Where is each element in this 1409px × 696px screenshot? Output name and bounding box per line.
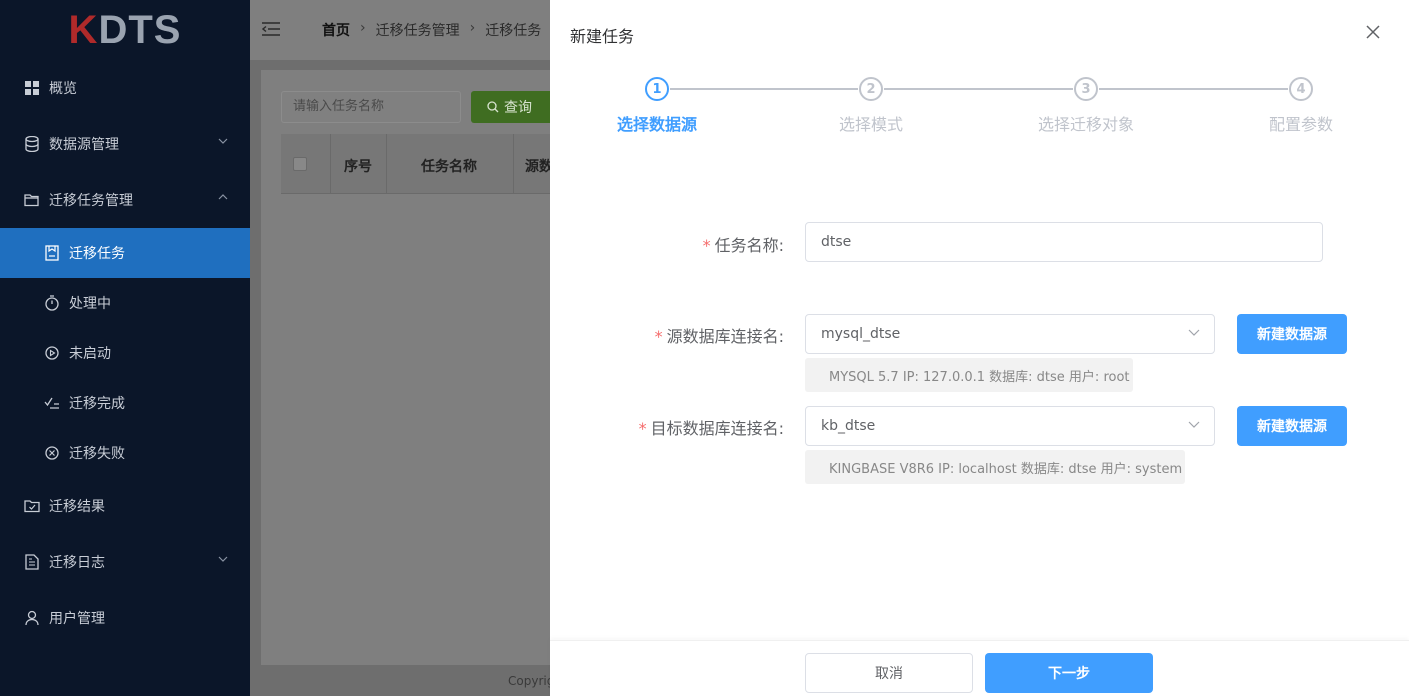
sidebar-item-label: 迁移任务管理 [49, 193, 133, 209]
step-1-circle: 1 [645, 77, 669, 101]
query-button-label: 查询 [504, 100, 532, 116]
sidebar-item-label: 迁移任务 [69, 246, 125, 262]
chevron-up-icon [218, 194, 228, 200]
sidebar-item-failed[interactable]: 迁移失败 [0, 428, 250, 478]
sidebar-item-results[interactable]: 迁移结果 [0, 481, 250, 531]
sidebar-item-task-management[interactable]: 迁移任务管理 [0, 175, 250, 225]
column-divider [386, 134, 387, 194]
cancel-button[interactable]: 取消 [805, 653, 973, 693]
sidebar: K DTS 概览 数据源管理 迁移任务管理 迁移任务 处理中 未启动 迁移完成 迁… [0, 0, 250, 696]
sidebar-item-processing[interactable]: 处理中 [0, 278, 250, 328]
step-2-label: 选择模式 [838, 115, 904, 134]
sidebar-item-label: 未启动 [69, 346, 111, 362]
copyright-text: Copyrig [508, 674, 555, 688]
close-icon[interactable] [1365, 24, 1381, 40]
step-indicator: 1 2 3 4 选择数据源 选择模式 选择迁移对象 配置参数 [550, 76, 1409, 136]
chevron-down-icon [218, 556, 228, 562]
drawer-title: 新建任务 [570, 27, 635, 46]
source-connection-select[interactable]: mysql_dtse [805, 314, 1215, 354]
target-connection-label: * 目标数据库连接名: [639, 415, 784, 439]
step-3-circle: 3 [1074, 77, 1098, 101]
target-connection-value: kb_dtse [821, 418, 876, 434]
sidebar-item-migration-task[interactable]: 迁移任务 [0, 228, 250, 278]
target-connection-label-text: 目标数据库连接名: [650, 419, 784, 438]
play-circle-icon [44, 345, 60, 361]
task-name-label: * 任务名称: [703, 232, 784, 256]
task-search-input[interactable]: 请输入任务名称 [281, 91, 461, 123]
source-connection-label: * 源数据库连接名: [655, 323, 784, 347]
folder-check-icon [24, 498, 40, 514]
required-mark: * [654, 327, 663, 346]
sidebar-item-label: 迁移失败 [69, 446, 125, 462]
breadcrumb-home[interactable]: 首页 [322, 20, 350, 40]
sidebar-item-label: 迁移结果 [49, 499, 105, 515]
chevron-down-icon [218, 138, 228, 144]
sidebar-item-overview[interactable]: 概览 [0, 63, 250, 113]
column-divider [513, 134, 514, 194]
source-connection-info: MYSQL 5.7 IP: 127.0.0.1 数据库: dtse 用户: ro… [805, 358, 1133, 392]
sidebar-item-completed[interactable]: 迁移完成 [0, 378, 250, 428]
breadcrumb-separator-icon: › [469, 20, 476, 36]
drawer-footer: 取消 下一步 [550, 640, 1409, 696]
next-step-button[interactable]: 下一步 [985, 653, 1153, 693]
select-all-checkbox[interactable] [293, 157, 307, 171]
chevron-down-icon [1188, 329, 1200, 336]
sidebar-item-label: 处理中 [69, 296, 111, 312]
sidebar-item-label: 数据源管理 [49, 137, 119, 153]
sidebar-item-label: 迁移完成 [69, 396, 125, 412]
source-connection-label-text: 源数据库连接名: [666, 327, 784, 346]
chevron-down-icon [1188, 421, 1200, 428]
breadcrumb-separator-icon: › [360, 20, 366, 36]
search-icon [487, 101, 499, 113]
step-connector [670, 88, 858, 90]
breadcrumb-task-management[interactable]: 迁移任务管理 [376, 20, 460, 40]
target-connection-info: KINGBASE V8R6 IP: localhost 数据库: dtse 用户… [805, 450, 1185, 484]
breadcrumb: 首页 › 迁移任务管理 › 迁移任务 [322, 20, 541, 40]
task-name-label-text: 任务名称: [714, 236, 784, 255]
column-header-index: 序号 [344, 159, 372, 175]
app-logo: K DTS [0, 0, 250, 60]
stopwatch-icon [44, 295, 60, 311]
step-3-label: 选择迁移对象 [1037, 115, 1135, 134]
step-4-circle: 4 [1289, 77, 1313, 101]
query-button[interactable]: 查询 [471, 91, 561, 123]
required-mark: * [702, 236, 711, 255]
column-header-task-name: 任务名称 [421, 159, 477, 175]
logo-text: DTS [98, 7, 182, 52]
column-header-source: 源数 [525, 159, 553, 175]
new-task-drawer: 新建任务 1 2 3 4 选择数据源 选择模式 选择迁移对象 配置参数 * 任务名… [550, 0, 1409, 696]
sidebar-item-not-started[interactable]: 未启动 [0, 328, 250, 378]
breadcrumb-migration-task: 迁移任务 [485, 23, 542, 39]
menu-toggle-icon[interactable] [262, 22, 280, 36]
check-list-icon [44, 395, 60, 411]
step-connector [1099, 88, 1288, 90]
sidebar-item-label: 概览 [49, 81, 77, 97]
task-name-input[interactable]: dtse [805, 222, 1323, 262]
sidebar-item-datasource[interactable]: 数据源管理 [0, 119, 250, 169]
logo-k: K [68, 7, 99, 52]
grid-icon [24, 80, 40, 96]
column-divider [330, 134, 331, 194]
clipboard-icon [44, 245, 60, 261]
sidebar-item-label: 用户管理 [49, 611, 105, 627]
sidebar-item-label: 迁移日志 [49, 555, 105, 571]
target-connection-select[interactable]: kb_dtse [805, 406, 1215, 446]
new-target-datasource-button[interactable]: 新建数据源 [1237, 406, 1347, 446]
required-mark: * [638, 419, 647, 438]
step-2-circle: 2 [859, 77, 883, 101]
database-icon [24, 136, 40, 152]
step-connector [884, 88, 1073, 90]
x-circle-icon [44, 445, 60, 461]
document-icon [24, 554, 40, 570]
user-icon [24, 610, 40, 626]
step-1-label: 选择数据源 [616, 115, 698, 134]
folder-open-icon [24, 192, 40, 208]
sidebar-item-users[interactable]: 用户管理 [0, 593, 250, 643]
new-datasource-button[interactable]: 新建数据源 [1237, 314, 1347, 354]
source-connection-value: mysql_dtse [821, 326, 901, 342]
step-4-label: 配置参数 [1268, 115, 1334, 134]
sidebar-item-logs[interactable]: 迁移日志 [0, 537, 250, 587]
